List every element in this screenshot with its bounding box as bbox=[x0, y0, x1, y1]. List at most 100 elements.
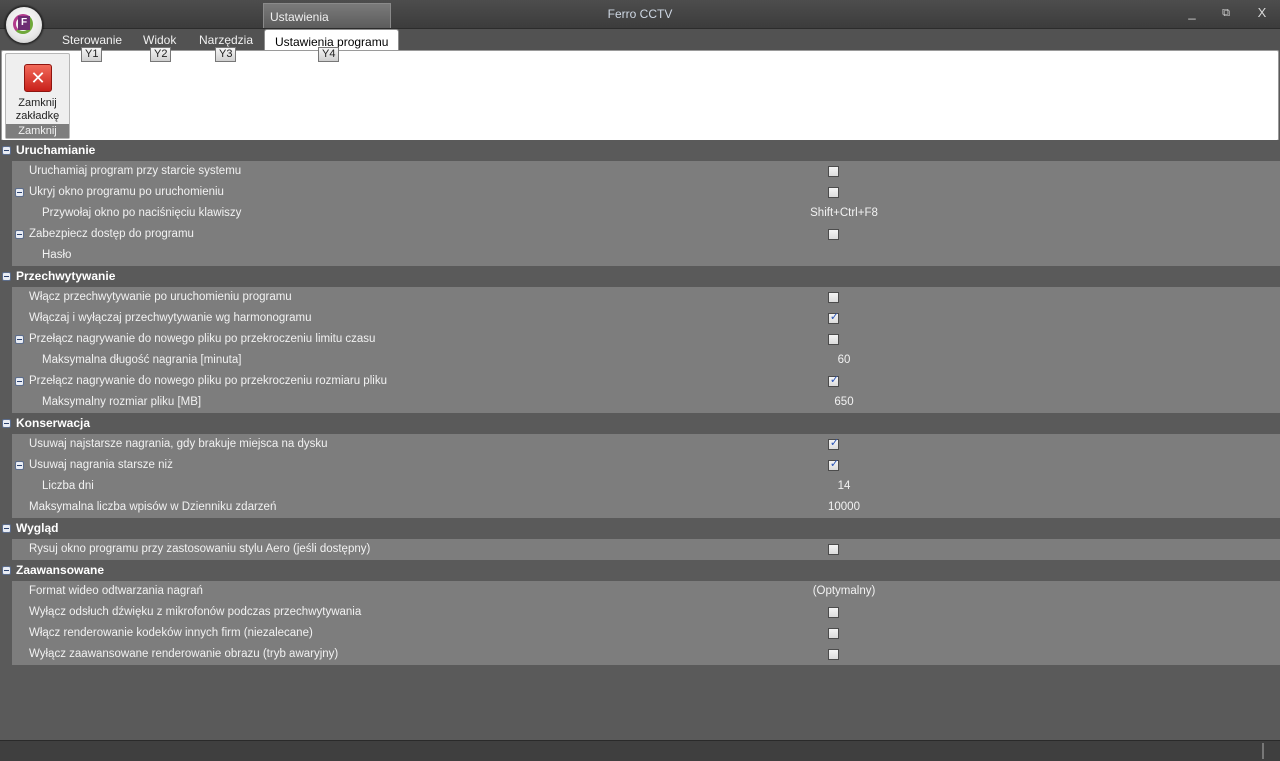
setting-checkbox[interactable] bbox=[828, 187, 839, 198]
setting-checkbox[interactable] bbox=[828, 544, 839, 555]
setting-row[interactable]: Przełącz nagrywanie do nowego pliku po p… bbox=[12, 329, 1280, 350]
category-row: Przechwytywanie bbox=[0, 266, 1280, 287]
setting-row[interactable]: Włącz przechwytywanie po uruchomieniu pr… bbox=[12, 287, 1280, 308]
close-window-button[interactable]: X bbox=[1247, 4, 1277, 22]
checkmark-icon: ✓ bbox=[829, 374, 840, 386]
close-tab-button[interactable]: ✕ Zamknij zakładkę bbox=[6, 54, 69, 125]
setting-checkbox[interactable]: ✓ bbox=[828, 437, 839, 450]
app-menu-button[interactable]: F bbox=[5, 6, 43, 44]
setting-row[interactable]: Przywołaj okno po naciśnięciu klawiszy Sh… bbox=[12, 203, 1280, 224]
setting-row[interactable]: Maksymalna liczba wpisów w Dzienniku zda… bbox=[12, 497, 1280, 518]
restore-button[interactable]: ⧉ bbox=[1211, 4, 1241, 22]
checkmark-icon: ✓ bbox=[829, 458, 840, 470]
setting-value[interactable]: 10000 bbox=[804, 501, 884, 513]
context-tab-group-settings: Ustawienia bbox=[263, 3, 391, 28]
setting-label: Rysuj okno programu przy zastosowaniu st… bbox=[29, 543, 371, 555]
setting-row[interactable]: Zabezpiecz dostęp do programu bbox=[12, 224, 1280, 245]
keytip-y1: Y1 bbox=[81, 47, 103, 62]
setting-label: Uruchamiaj program przy starcie systemu bbox=[29, 165, 242, 177]
collapse-icon[interactable] bbox=[2, 419, 11, 428]
tab-narzedzia[interactable]: Narzędzia bbox=[199, 33, 253, 47]
tab-sterowanie[interactable]: Sterowanie bbox=[62, 33, 122, 47]
setting-row[interactable]: Usuwaj najstarsze nagrania, gdy brakuje … bbox=[12, 434, 1280, 455]
setting-label: Wyłącz zaawansowane renderowanie obrazu … bbox=[29, 648, 339, 660]
category-label: Zaawansowane bbox=[16, 563, 105, 577]
setting-row[interactable]: Wyłącz odsłuch dźwięku z mikrofonów podc… bbox=[12, 602, 1280, 623]
collapse-icon[interactable] bbox=[15, 461, 24, 470]
setting-checkbox[interactable] bbox=[828, 649, 839, 660]
collapse-icon[interactable] bbox=[2, 272, 11, 281]
close-icon: ✕ bbox=[24, 64, 52, 92]
setting-value[interactable]: (Optymalny) bbox=[804, 585, 884, 597]
setting-row[interactable]: Format wideo odtwarzania nagrań (Optymaln… bbox=[12, 581, 1280, 602]
setting-value[interactable]: Shift+Ctrl+F8 bbox=[804, 207, 884, 219]
setting-row[interactable]: Maksymalna długość nagrania [minuta] 60 bbox=[12, 350, 1280, 371]
setting-row[interactable]: Włączaj i wyłączaj przechwytywanie wg ha… bbox=[12, 308, 1280, 329]
collapse-icon[interactable] bbox=[2, 566, 11, 575]
setting-checkbox[interactable] bbox=[828, 607, 839, 618]
setting-value[interactable]: 650 bbox=[804, 396, 884, 408]
status-bar bbox=[0, 740, 1280, 761]
setting-value[interactable]: 60 bbox=[804, 354, 884, 366]
setting-label: Przywołaj okno po naciśnięciu klawiszy bbox=[42, 207, 242, 219]
setting-label: Hasło bbox=[42, 249, 72, 261]
setting-label: Format wideo odtwarzania nagrań bbox=[29, 585, 203, 597]
context-tab-group-label: Ustawienia bbox=[270, 10, 329, 24]
ribbon-group-zamknij: ✕ Zamknij zakładkę Zamknij bbox=[5, 53, 70, 139]
setting-row[interactable]: Hasło bbox=[12, 245, 1280, 266]
setting-checkbox[interactable]: ✓ bbox=[828, 311, 839, 324]
collapse-icon[interactable] bbox=[15, 335, 24, 344]
setting-label: Maksymalna długość nagrania [minuta] bbox=[42, 354, 242, 366]
settings-grid: Uruchamianie Uruchamiaj program przy star… bbox=[0, 140, 1280, 665]
collapse-icon[interactable] bbox=[2, 146, 11, 155]
tab-widok[interactable]: Widok bbox=[143, 33, 176, 47]
setting-checkbox[interactable] bbox=[828, 628, 839, 639]
setting-label: Ukryj okno programu po uruchomieniu bbox=[29, 186, 224, 198]
setting-row[interactable]: Wyłącz zaawansowane renderowanie obrazu … bbox=[12, 644, 1280, 665]
category-label: Przechwytywanie bbox=[16, 269, 116, 283]
setting-label: Zabezpiecz dostęp do programu bbox=[29, 228, 194, 240]
setting-checkbox[interactable] bbox=[828, 166, 839, 177]
ribbon-group-label: Zamknij bbox=[6, 124, 69, 138]
resize-grip[interactable] bbox=[1262, 743, 1264, 759]
minimize-button[interactable]: _ bbox=[1177, 4, 1207, 22]
setting-row[interactable]: Usuwaj nagrania starsze niż ✓ bbox=[12, 455, 1280, 476]
setting-label: Przełącz nagrywanie do nowego pliku po p… bbox=[29, 375, 387, 387]
setting-label: Włącz renderowanie kodeków innych firm (… bbox=[29, 627, 313, 639]
setting-checkbox[interactable] bbox=[828, 334, 839, 345]
category-label: Wygląd bbox=[16, 521, 59, 535]
category-row: Wygląd bbox=[0, 518, 1280, 539]
setting-label: Maksymalny rozmiar pliku [MB] bbox=[42, 396, 202, 408]
setting-row[interactable]: Ukryj okno programu po uruchomieniu bbox=[12, 182, 1280, 203]
category-row: Uruchamianie bbox=[0, 140, 1280, 161]
keytip-y3: Y3 bbox=[215, 47, 237, 62]
setting-label: Włączaj i wyłączaj przechwytywanie wg ha… bbox=[29, 312, 312, 324]
setting-row[interactable]: Uruchamiaj program przy starcie systemu bbox=[12, 161, 1280, 182]
collapse-icon[interactable] bbox=[15, 230, 24, 239]
setting-row[interactable]: Rysuj okno programu przy zastosowaniu st… bbox=[12, 539, 1280, 560]
setting-label: Usuwaj nagrania starsze niż bbox=[29, 459, 173, 471]
setting-value[interactable]: 14 bbox=[804, 480, 884, 492]
category-label: Uruchamianie bbox=[16, 143, 96, 157]
collapse-icon[interactable] bbox=[15, 188, 24, 197]
setting-label: Wyłącz odsłuch dźwięku z mikrofonów podc… bbox=[29, 606, 362, 618]
setting-row[interactable]: Przełącz nagrywanie do nowego pliku po p… bbox=[12, 371, 1280, 392]
setting-label: Włącz przechwytywanie po uruchomieniu pr… bbox=[29, 291, 292, 303]
collapse-icon[interactable] bbox=[2, 524, 11, 533]
close-tab-label: Zamknij zakładkę bbox=[15, 97, 60, 122]
setting-row[interactable]: Maksymalny rozmiar pliku [MB] 650 bbox=[12, 392, 1280, 413]
setting-row[interactable]: Liczba dni 14 bbox=[12, 476, 1280, 497]
setting-row[interactable]: Włącz renderowanie kodeków innych firm (… bbox=[12, 623, 1280, 644]
window-title: Ferro CCTV bbox=[607, 7, 673, 21]
setting-label: Liczba dni bbox=[42, 480, 94, 492]
setting-checkbox[interactable]: ✓ bbox=[828, 458, 840, 471]
app-logo-icon: F bbox=[18, 16, 30, 30]
keytip-y2: Y2 bbox=[150, 47, 172, 62]
setting-checkbox[interactable]: ✓ bbox=[828, 374, 840, 387]
setting-checkbox[interactable] bbox=[828, 292, 839, 303]
setting-checkbox[interactable] bbox=[828, 229, 839, 240]
setting-label: Przełącz nagrywanie do nowego pliku po p… bbox=[29, 333, 376, 345]
category-row: Konserwacja bbox=[0, 413, 1280, 434]
collapse-icon[interactable] bbox=[15, 377, 24, 386]
ribbon-tab-strip: Sterowanie Widok Narzędzia Ustawienia pr… bbox=[0, 29, 1280, 50]
